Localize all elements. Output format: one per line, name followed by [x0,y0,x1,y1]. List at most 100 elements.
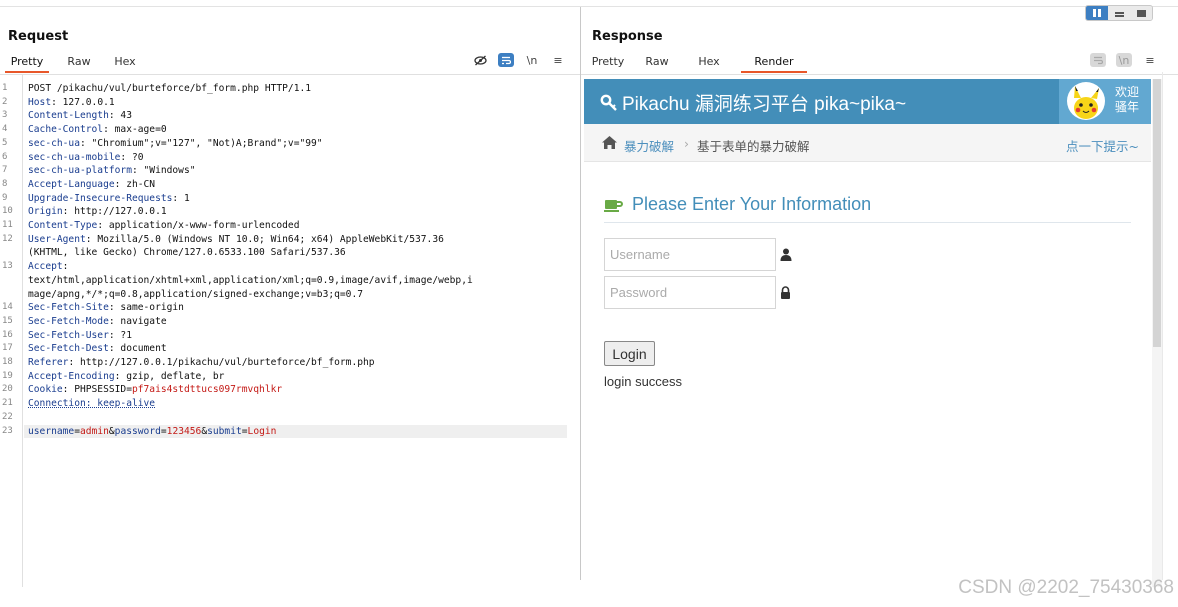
code-token: Referer [28,357,69,368]
rendered-page: Pikachu 漏洞练习平台 pika~pika~ 欢迎 骚年 暴力破解 › 基… [584,79,1151,587]
code-token: Accept [28,261,63,273]
code-token: 123456 [166,425,202,437]
newline-icon: \n [1116,53,1132,67]
request-tab-pretty[interactable]: Pretty [5,53,49,73]
request-tabs: Pretty Raw Hex [0,53,140,73]
request-editor[interactable]: 1 POST /pikachu/vul/burteforce/bf_form.ph… [0,75,580,587]
code-token: : [62,261,69,273]
code-token: : "Chromium";v="127", "Not)A;Brand";v="9… [79,137,323,149]
line-number: 1 [2,83,8,93]
line-number: 12 [2,233,13,244]
response-pane: Response Pretty Raw Hex Render \n ≡ Pika… [581,7,1178,607]
response-tab-separator [581,74,1178,75]
response-tab-pretty[interactable]: Pretty [586,53,630,73]
coffee-icon [604,200,623,212]
code-token: Connection: keep-alive [28,398,156,410]
key-icon [600,94,617,111]
request-tab-hex[interactable]: Hex [110,53,140,73]
code-token: username [28,425,75,437]
line-code: Accept-Language: zh-CN [28,178,155,192]
banner-title[interactable]: Pikachu 漏洞练习平台 pika~pika~ [600,89,906,116]
code-token: Accept-Language [28,178,115,190]
line-code: Referer: http://127.0.0.1/pikachu/vul/bu… [28,356,375,370]
line-number: 11 [2,220,13,230]
line-number: 13 [2,261,13,272]
code-token: Sec-Fetch-Mode [28,315,109,327]
request-pane: Request Pretty Raw Hex \n ≡ 1 POST /pikac… [0,7,580,607]
request-title: Request [8,29,69,44]
code-token: sec-ch-ua-platform [28,165,132,177]
hint-link[interactable]: 点一下提示~ [1066,136,1139,155]
line-code: Content-Length: 43 [28,109,132,123]
code-token: Sec-Fetch-Dest [28,343,109,355]
login-result: login success [604,374,683,389]
code-token: Cookie [28,384,63,396]
user-menu[interactable]: 欢迎 骚年 [1059,79,1151,124]
code-token: : zh-CN [114,178,156,190]
line-number: 2 [2,96,8,107]
line-number: 8 [2,178,8,189]
username-input[interactable]: Username [604,238,776,271]
line-number: 10 [2,206,13,217]
line-code: Cookie: PHPSESSID=pf7ais4stdttucs097rmvq… [28,383,282,397]
line-code: (KHTML, like Gecko) Chrome/127.0.6533.10… [28,246,346,260]
password-input[interactable]: Password [604,276,776,309]
breadcrumb-link-bruteforce[interactable]: 暴力破解 [624,136,674,155]
code-token: POST /pikachu/vul/burteforce/bf_form.php… [28,83,312,94]
menu-icon[interactable]: ≡ [550,53,566,67]
gutter-divider [22,75,23,587]
line-code: sec-ch-ua: "Chromium";v="127", "Not)A;Br… [28,137,323,151]
line-code: Connection: keep-alive [28,397,155,411]
code-token: text/html,application/xhtml+xml,applicat… [28,274,473,286]
line-code: Sec-Fetch-User: ?1 [28,329,132,343]
welcome-text: 欢迎 骚年 [1115,85,1139,115]
request-tab-raw[interactable]: Raw [64,53,94,73]
code-token: admin [80,425,109,437]
code-token: Upgrade-Insecure-Requests [28,192,173,204]
code-token: : application/x-www-form-urlencoded [97,220,300,231]
code-token: : Mozilla/5.0 (Windows NT 10.0; Win64; x… [85,233,444,245]
form-title: Please Enter Your Information [632,194,872,214]
code-token: : 127.0.0.1 [51,96,115,108]
line-number: 4 [2,124,8,135]
response-tab-render[interactable]: Render [741,53,807,73]
breadcrumb-current: 基于表单的暴力破解 [697,139,810,154]
wrap-icon[interactable] [498,53,514,67]
line-number: 7 [2,165,8,176]
wrap-icon [1090,53,1106,67]
code-token: : max-age=0 [103,124,167,136]
scrollbar-thumb[interactable] [1153,79,1161,347]
line-number: 6 [2,151,8,162]
code-token: : document [108,343,167,355]
banner-title-text: Pikachu 漏洞练习平台 pika~pika~ [622,94,907,115]
code-token: Content-Type [28,220,98,231]
breadcrumb: 暴力破解 › 基于表单的暴力破解 点一下提示~ [584,124,1151,162]
code-token: : same-origin [108,302,184,314]
code-token: : navigate [108,315,167,327]
line-code: Accept: [28,260,68,274]
line-code: sec-ch-ua-mobile: ?0 [28,151,144,165]
line-code: Sec-Fetch-Dest: document [28,342,167,356]
code-token: sec-ch-ua-mobile [28,151,121,163]
login-button[interactable]: Login [604,341,655,366]
eye-off-icon[interactable] [472,53,488,67]
form-header: Please Enter Your Information [604,194,871,215]
line-code: Sec-Fetch-Site: same-origin [28,301,184,315]
line-code: Cache-Control: max-age=0 [28,123,167,137]
line-number: 23 [2,425,13,436]
form-divider [604,222,1131,223]
newline-icon[interactable]: \n [524,53,540,67]
code-token: : PHPSESSID= [62,384,132,396]
home-icon[interactable] [601,135,618,150]
user-icon [780,248,792,261]
code-token: Cache-Control [28,124,104,136]
line-code: Sec-Fetch-Mode: navigate [28,315,167,329]
line-code: User-Agent: Mozilla/5.0 (Windows NT 10.0… [28,233,444,247]
response-tab-raw[interactable]: Raw [642,53,672,73]
render-scrollbar[interactable] [1152,79,1162,587]
response-title: Response [592,29,663,44]
code-token: : ?1 [108,329,132,341]
response-tab-hex[interactable]: Hex [694,53,724,73]
welcome-line2: 骚年 [1115,100,1140,114]
menu-icon[interactable]: ≡ [1142,53,1158,67]
